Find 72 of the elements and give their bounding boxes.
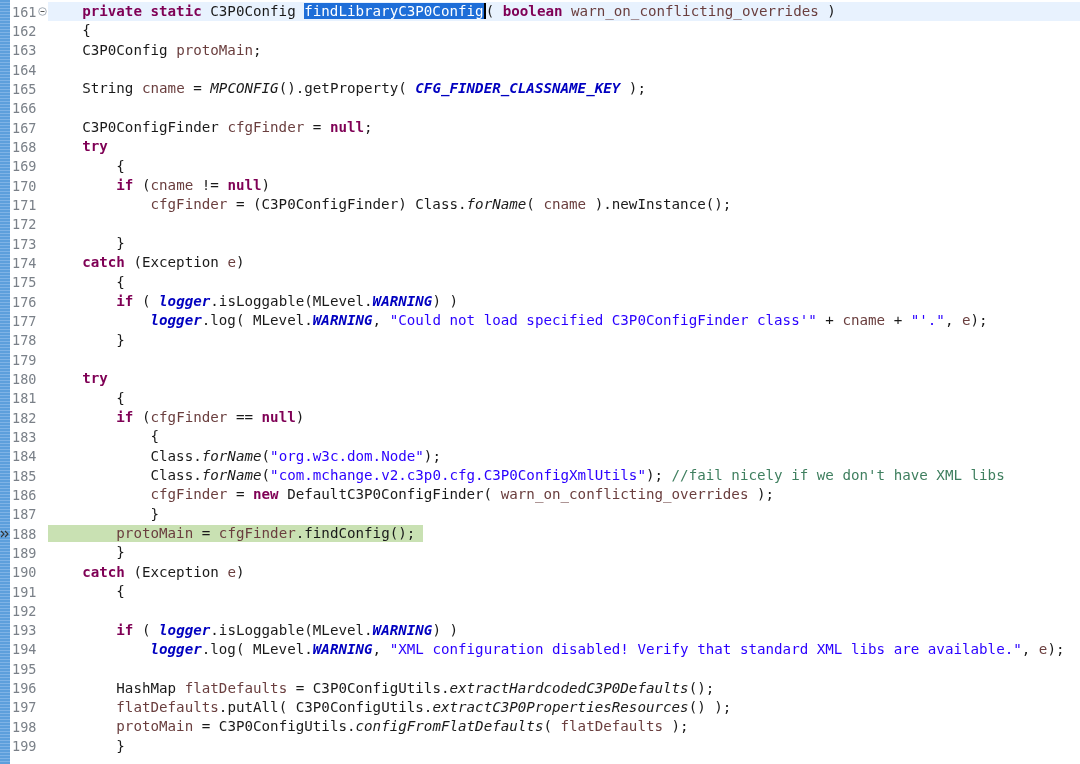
line-number: 169 bbox=[11, 158, 38, 175]
code-line: } bbox=[115, 737, 125, 755]
line-number: 165 bbox=[11, 80, 38, 97]
line-number: 162 bbox=[11, 23, 38, 39]
collapse-icon[interactable] bbox=[38, 7, 47, 17]
line-number: 184 bbox=[11, 448, 38, 465]
line-number: 194 bbox=[11, 641, 38, 658]
code-line: HashMap flatDefaults = C3P0ConfigUtils.extractHardcodedC3P0Defaults(); bbox=[115, 679, 715, 697]
code-line: { bbox=[81, 22, 91, 40]
line-number: 182 bbox=[11, 409, 38, 426]
code-line: String cname = MPCONFIG().getProperty( CFG_FINDER_CLASSNAME_KEY ); bbox=[81, 80, 646, 98]
code-line: { bbox=[115, 157, 125, 175]
code-line: } bbox=[115, 235, 125, 253]
line-number: 198 bbox=[11, 718, 38, 735]
line-number: 179 bbox=[11, 351, 38, 368]
line-number: 178 bbox=[11, 332, 38, 349]
line-number: 170 bbox=[11, 177, 38, 194]
line-number: 196 bbox=[11, 680, 38, 697]
line-number: 195 bbox=[11, 660, 38, 677]
line-number: 189 bbox=[11, 544, 38, 561]
line-number: 172 bbox=[11, 216, 38, 233]
code-line: { bbox=[115, 389, 125, 407]
code-line: try bbox=[81, 138, 108, 156]
code-line: } bbox=[115, 331, 125, 349]
code-line: cfgFinder = new DefaultC3P0ConfigFinder( warn_on_conflicting_overrides ); bbox=[149, 486, 775, 504]
line-number: 173 bbox=[11, 235, 38, 252]
code-line: catch (Exception e) bbox=[81, 254, 245, 272]
code-line: cfgFinder = (C3P0ConfigFinder) Class.forName( cname ).newInstance(); bbox=[149, 196, 732, 214]
line-number: 171 bbox=[11, 196, 38, 213]
code-line: catch (Exception e) bbox=[81, 563, 245, 581]
code-line: { bbox=[149, 428, 160, 446]
code-line: if (cfgFinder == null) bbox=[115, 409, 305, 427]
line-number: 174 bbox=[11, 254, 38, 271]
line-number: 183 bbox=[11, 428, 38, 445]
code-line: protoMain = C3P0ConfigUtils.configFromFlatDefaults( flatDefaults ); bbox=[115, 718, 689, 736]
code-line: Class.forName("com.mchange.v2.c3p0.cfg.C3P0ConfigXmlUtils"); //fail nicely if we don't have XML libs bbox=[149, 467, 1005, 485]
line-number: 190 bbox=[11, 564, 38, 581]
code-line: Class.forName("org.w3c.dom.Node"); bbox=[149, 447, 441, 465]
line-number: 199 bbox=[11, 738, 38, 755]
code-line: if ( logger.isLoggable(MLevel.WARNING) ) bbox=[115, 293, 458, 311]
code-line: C3P0Config protoMain; bbox=[81, 41, 262, 59]
code-line: } bbox=[149, 505, 160, 523]
line-number: 176 bbox=[11, 293, 38, 310]
line-number: 164 bbox=[11, 61, 38, 78]
line-number: 187 bbox=[11, 506, 38, 523]
line-number: 166 bbox=[11, 100, 38, 117]
line-number: 181 bbox=[11, 390, 38, 407]
line-number: 185 bbox=[11, 467, 38, 484]
line-number: 191 bbox=[11, 583, 38, 600]
code-line: flatDefaults.putAll( C3P0ConfigUtils.extractC3P0PropertiesResources() ); bbox=[115, 698, 732, 716]
code-line: C3P0ConfigFinder cfgFinder = null; bbox=[81, 119, 373, 137]
line-number: 168 bbox=[11, 138, 38, 155]
line-number: 197 bbox=[11, 699, 38, 716]
line-number: 167 bbox=[11, 119, 38, 136]
code-line: if (cname != null) bbox=[115, 177, 271, 195]
line-number: 186 bbox=[11, 486, 38, 503]
code-line: { bbox=[115, 583, 125, 600]
line-number: 161 bbox=[11, 3, 38, 20]
line-number: 180 bbox=[11, 370, 38, 387]
line-number: 175 bbox=[11, 274, 38, 291]
line-number: 163 bbox=[11, 42, 38, 59]
line-number: 192 bbox=[11, 602, 38, 619]
code-line: { bbox=[115, 273, 125, 291]
line-number: 177 bbox=[11, 312, 38, 329]
code-line: logger.log( MLevel.WARNING, "Could not load specified C3P0ConfigFinder class'" + cname + "'.", e); bbox=[149, 312, 988, 330]
code-line: private static C3P0Config findLibraryC3P0Config( boolean warn_on_conflicting_overrides ) bbox=[81, 3, 836, 21]
code-line: try bbox=[81, 370, 108, 388]
line-number: 188 bbox=[11, 525, 38, 542]
line-number: 193 bbox=[11, 622, 38, 639]
code-line: } bbox=[115, 544, 125, 562]
code-line: logger.log( MLevel.WARNING, "XML configuration disabled! Verify that standard XML libs are available.", e); bbox=[149, 641, 1065, 658]
code-line: if ( logger.isLoggable(MLevel.WARNING) ) bbox=[115, 621, 458, 639]
